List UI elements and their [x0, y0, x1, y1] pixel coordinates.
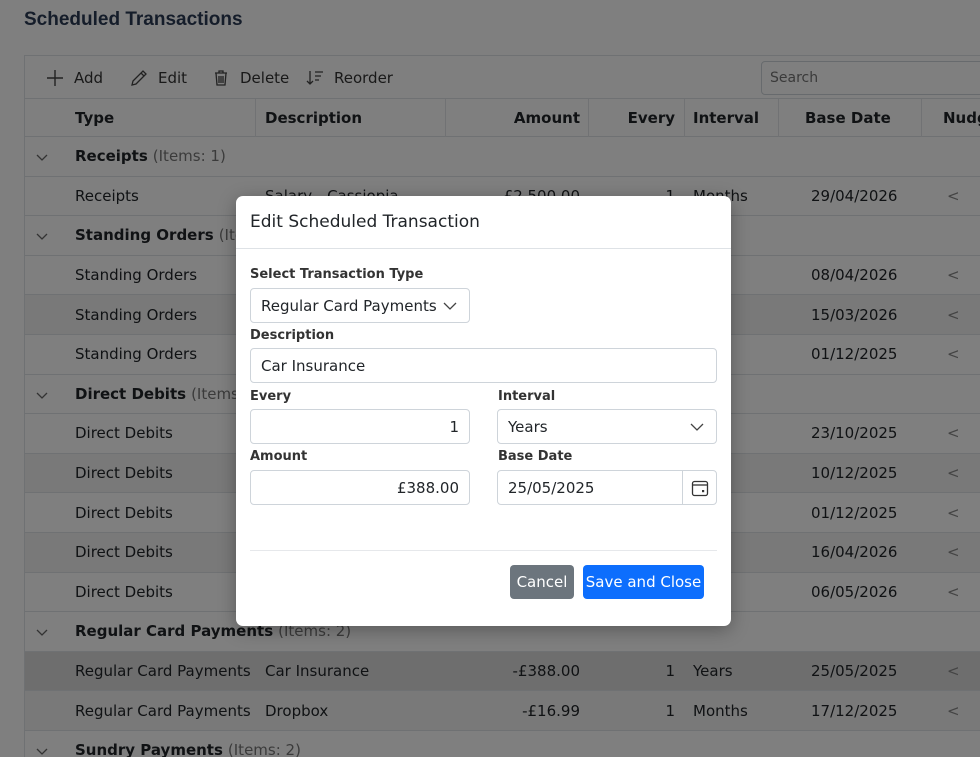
transaction-type-select[interactable]: Regular Card Payments: [250, 288, 470, 323]
cancel-button[interactable]: Cancel: [510, 565, 574, 599]
amount-label: Amount: [250, 449, 308, 464]
interval-select[interactable]: Years: [497, 409, 717, 444]
transaction-type-value: Regular Card Payments: [261, 296, 437, 315]
transaction-type-label: Select Transaction Type: [250, 267, 424, 282]
base-date-label: Base Date: [498, 449, 573, 464]
calendar-icon: [691, 480, 708, 496]
base-date-value: 25/05/2025: [508, 478, 595, 497]
every-value: 1: [449, 417, 459, 436]
chevron-down-icon: [690, 423, 704, 431]
calendar-button[interactable]: [682, 471, 716, 504]
modal-footer-divider: [250, 550, 717, 551]
modal-title: Edit Scheduled Transaction: [236, 196, 731, 249]
description-value: Car Insurance: [261, 356, 366, 375]
amount-input[interactable]: £388.00: [250, 470, 470, 505]
save-and-close-button[interactable]: Save and Close: [583, 565, 704, 599]
description-input[interactable]: Car Insurance: [250, 348, 717, 383]
every-input[interactable]: 1: [250, 409, 470, 444]
every-label: Every: [250, 389, 292, 404]
base-date-input[interactable]: 25/05/2025: [497, 470, 717, 505]
interval-label: Interval: [498, 389, 556, 404]
amount-value: £388.00: [396, 478, 459, 497]
interval-value: Years: [508, 417, 548, 436]
edit-transaction-dialog: Edit Scheduled Transaction Select Transa…: [236, 196, 731, 626]
chevron-down-icon: [443, 302, 457, 310]
description-label: Description: [250, 328, 335, 343]
